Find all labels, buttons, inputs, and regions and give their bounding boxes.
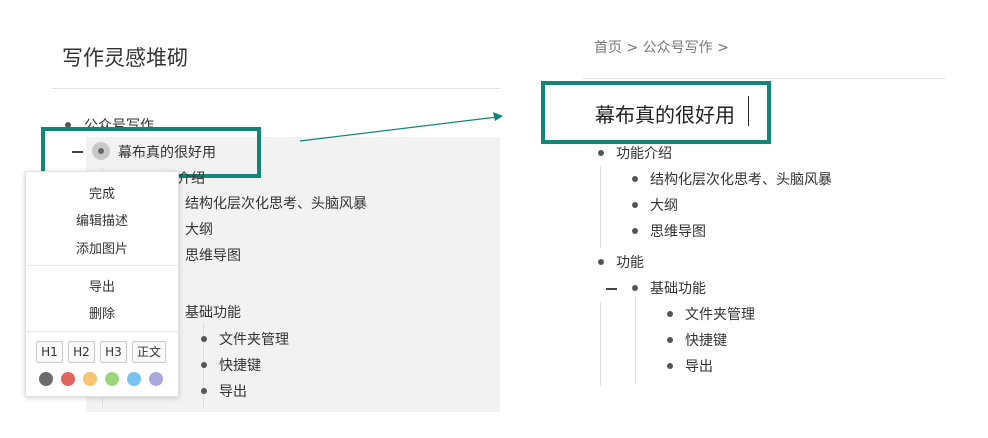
indent-guide [600,302,601,386]
bullet-icon[interactable] [632,285,638,291]
bullet-icon[interactable] [667,337,673,343]
highlight-box [541,81,771,144]
outline-item[interactable]: 大纲 [650,195,678,215]
bullet-icon[interactable] [632,176,638,182]
bullet-icon[interactable] [598,150,604,156]
collapse-dash-icon[interactable] [606,288,617,290]
indent-guide [600,166,601,248]
outline-item[interactable]: 快捷键 [685,330,727,350]
bullet-icon[interactable] [632,202,638,208]
bullet-icon[interactable] [598,259,604,265]
bullet-icon[interactable] [667,363,673,369]
outline-item[interactable]: 结构化层次化思考、头脑风暴 [650,169,832,189]
outline-item[interactable]: 文件夹管理 [685,304,755,324]
outline-item[interactable]: 导出 [685,356,713,376]
bullet-icon[interactable] [667,311,673,317]
outline-item[interactable]: 思维导图 [650,221,706,241]
breadcrumb-divider [583,78,945,79]
annotation-arrow [299,112,503,142]
breadcrumb[interactable]: 首页 > 公众号写作 > [594,37,729,57]
outline-item[interactable]: 基础功能 [650,278,706,298]
outline-item[interactable]: 功能 [616,252,644,272]
bullet-icon[interactable] [632,228,638,234]
outline-item[interactable]: 功能介绍 [616,143,672,163]
indent-guide [635,296,636,384]
